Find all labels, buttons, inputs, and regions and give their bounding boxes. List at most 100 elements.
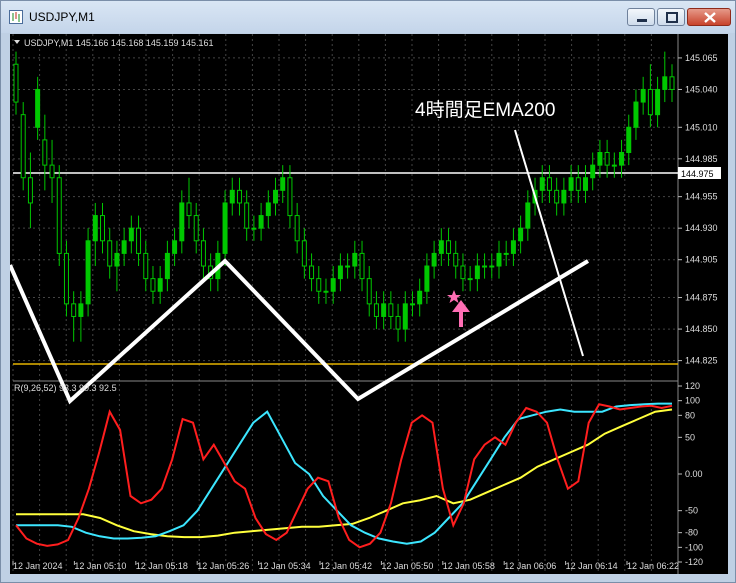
candle-body [561,189,567,204]
time-label: 12 Jan 2024 [13,561,63,571]
candle-body [27,177,33,204]
candle-body [662,76,668,90]
candle-body [172,240,178,254]
candle-body [655,88,661,116]
price-axis: 145.065 145.040 145.010 144.985 144.955 144.9… [678,53,718,366]
candle-body [301,240,307,267]
indicator-label: -50 [685,506,698,516]
candle-body [56,177,62,254]
candle-body [222,202,228,254]
candle-body [640,88,646,103]
indicator-label: 120 [685,381,700,391]
price-label: 144.825 [685,356,718,366]
candle-body [482,265,488,268]
chart-grid [12,34,678,574]
signal-arrow [447,290,470,327]
close-icon [704,12,716,23]
chart-window: USDJPY,M1 USDJPY,M1 145.166 145.168 145.… [0,0,736,583]
candle-body [633,101,639,128]
price-label: 144.905 [685,255,718,265]
candle-body [467,278,473,281]
annotation-pointer-line[interactable] [514,129,584,357]
chart-menu-icon[interactable] [14,40,20,44]
candle-body [49,164,55,179]
candle-body [287,177,293,217]
chart-area[interactable]: USDJPY,M1 145.166 145.168 145.159 145.16… [8,34,728,574]
maximize-button[interactable] [657,8,685,26]
candle-body [100,215,106,242]
candle-body [63,252,69,305]
candle-body [71,303,77,317]
time-label: 12 Jan 05:58 [443,561,495,571]
candle-body [474,265,480,280]
candle-body [309,265,315,280]
price-label: 145.010 [685,122,718,132]
time-axis: 12 Jan 2024 12 Jan 05:10 12 Jan 05:18 12 Ja… [12,561,679,571]
window-title: USDJPY,M1 [29,10,95,24]
candle-body [42,139,48,166]
candle-body [503,252,509,255]
indicator-label: 0.00 [685,469,703,479]
indicator-label: -120 [685,557,703,567]
candle-body [575,177,581,191]
title-bar[interactable]: USDJPY,M1 [1,1,735,33]
candle-body [229,189,235,204]
candle-body [186,202,192,217]
candle-body [539,177,545,191]
candle-body [143,252,149,280]
time-label: 12 Jan 05:50 [381,561,433,571]
candle-body [179,202,185,242]
pattern-zigzag-line[interactable] [8,258,590,405]
close-button[interactable] [687,8,731,26]
candle-body [568,177,574,191]
candle-body [251,227,257,230]
candle-body [554,189,560,204]
time-label: 12 Jan 06:14 [566,561,618,571]
candle-body [518,227,524,242]
candle-body [626,126,632,154]
candle-body [590,164,596,179]
candle-body [352,252,358,267]
candle-body [280,177,286,191]
candle-body [460,265,466,280]
price-label: 144.955 [685,192,718,202]
price-chart[interactable]: USDJPY,M1 145.166 145.168 145.159 145.16… [8,34,728,574]
indicator-label: 100 [685,396,700,406]
candle-body [604,152,610,166]
indicator-header: R(9,26,52) 93.3 90.3 92.5 [14,383,117,393]
minimize-button[interactable] [627,8,655,26]
time-label: 12 Jan 05:18 [136,561,188,571]
candle-body [619,152,625,166]
candle-body [200,240,206,267]
indicator-axis: 120 100 80 50 0.00 -50 -80 -100 -120 [678,381,703,567]
indicator-label: -100 [685,542,703,552]
time-label: 12 Jan 05:34 [259,561,311,571]
candle-body [330,278,336,292]
time-label: 12 Jan 06:22 [627,561,679,571]
indicator-label: 50 [685,432,695,442]
time-label: 12 Jan 05:42 [320,561,372,571]
minimize-icon [637,19,647,22]
candle-body [128,227,134,242]
candle-body [446,240,452,254]
chart-icon [9,10,23,24]
candle-body [121,240,127,254]
candle-body [373,303,379,317]
ema-annotation-text: 4時間足EMA200 [415,99,555,121]
price-label: 144.930 [685,223,718,233]
candle-body [92,215,98,242]
time-label: 12 Jan 05:10 [74,561,126,571]
candle-body [510,240,516,254]
candle-body [78,303,84,317]
candle-body [424,265,430,292]
current-price-label: 144.975 [681,169,714,179]
candle-body [546,177,552,191]
candle-body [381,303,387,317]
candle-body [273,189,279,204]
candle-body [345,265,351,268]
indicator-label: 80 [685,410,695,420]
candle-body [157,278,163,292]
candle-body [409,303,415,306]
candle-body [496,252,502,267]
candle-body [417,290,423,305]
